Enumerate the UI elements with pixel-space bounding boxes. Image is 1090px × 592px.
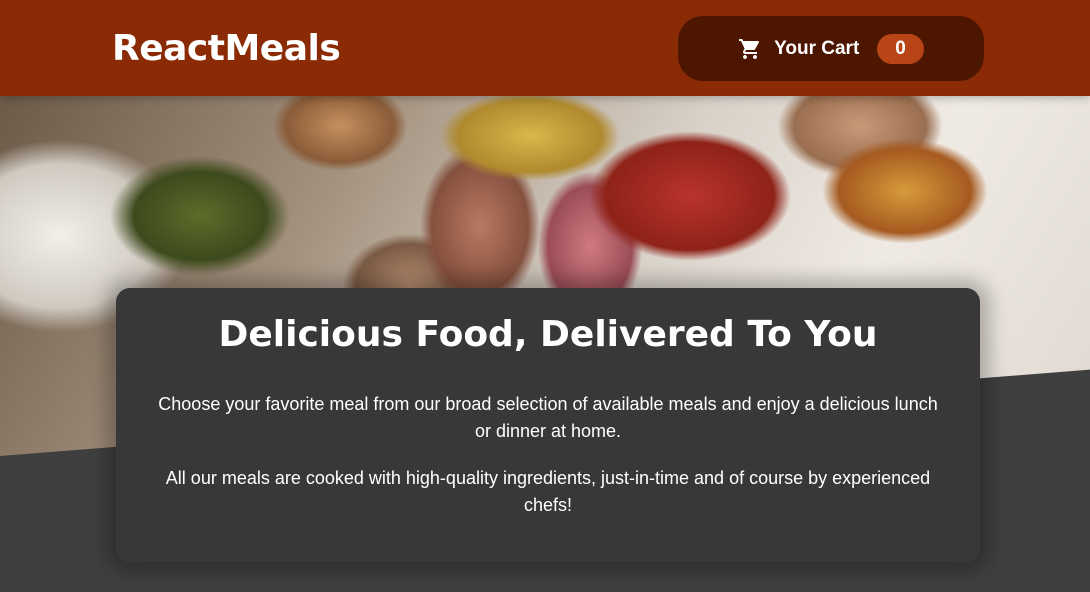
cart-count-badge: 0: [877, 33, 924, 64]
cart-icon: [738, 37, 762, 61]
summary-paragraph-2: All our meals are cooked with high-quali…: [165, 468, 931, 515]
cart-button[interactable]: Your Cart 0: [678, 16, 984, 81]
summary-paragraph-1: Choose your favorite meal from our broad…: [158, 394, 938, 441]
meals-summary-card: Delicious Food, Delivered To You Choose …: [116, 288, 980, 562]
app-header: ReactMeals Your Cart 0: [0, 0, 1090, 96]
summary-title: Delicious Food, Delivered To You: [218, 314, 878, 355]
brand-title: ReactMeals: [112, 28, 341, 69]
page: ReactMeals Your Cart 0 Delicious Food, D…: [0, 0, 1090, 592]
cart-label: Your Cart: [774, 37, 860, 59]
